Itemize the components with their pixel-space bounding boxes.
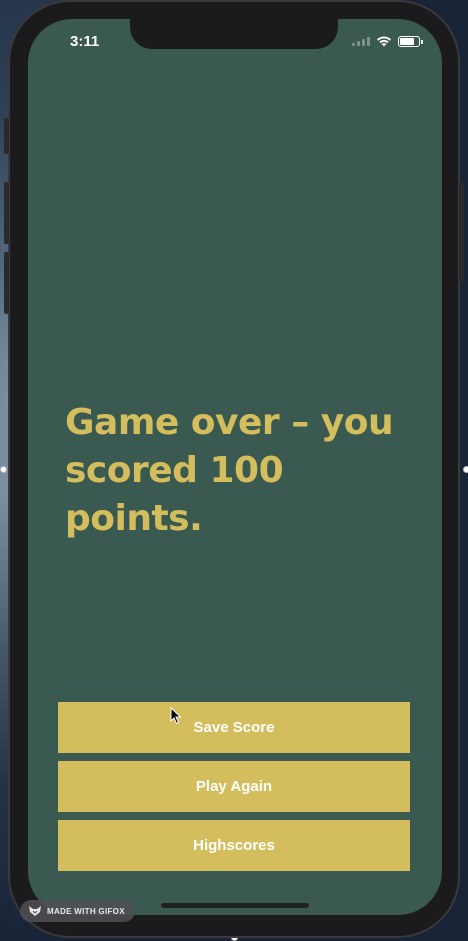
status-time: 3:11 — [70, 33, 100, 50]
mouse-pointer-icon — [170, 707, 182, 725]
app-screen: 3:11 Game over – you scored 100 points. … — [28, 19, 442, 915]
highscores-button[interactable]: Highscores — [58, 820, 410, 871]
game-over-message: Game over – you scored 100 points. — [65, 402, 394, 539]
play-again-button[interactable]: Play Again — [58, 761, 410, 812]
volume-down-button — [4, 252, 9, 314]
wifi-icon — [377, 36, 391, 47]
fox-logo-icon — [29, 906, 41, 916]
mute-switch — [4, 118, 9, 154]
power-button — [459, 182, 464, 282]
status-icons — [352, 35, 423, 47]
save-score-button[interactable]: Save Score — [58, 702, 410, 753]
battery-level — [400, 37, 415, 45]
window-handle — [0, 466, 7, 473]
cellular-signal-icon — [352, 36, 370, 46]
watermark-label: MADE WITH GIFOX — [47, 906, 125, 916]
gifox-watermark: MADE WITH GIFOX — [20, 900, 135, 922]
battery-icon — [398, 35, 423, 47]
home-indicator[interactable] — [161, 903, 309, 908]
notch — [130, 19, 338, 49]
volume-up-button — [4, 182, 9, 244]
window-handle — [463, 466, 468, 473]
